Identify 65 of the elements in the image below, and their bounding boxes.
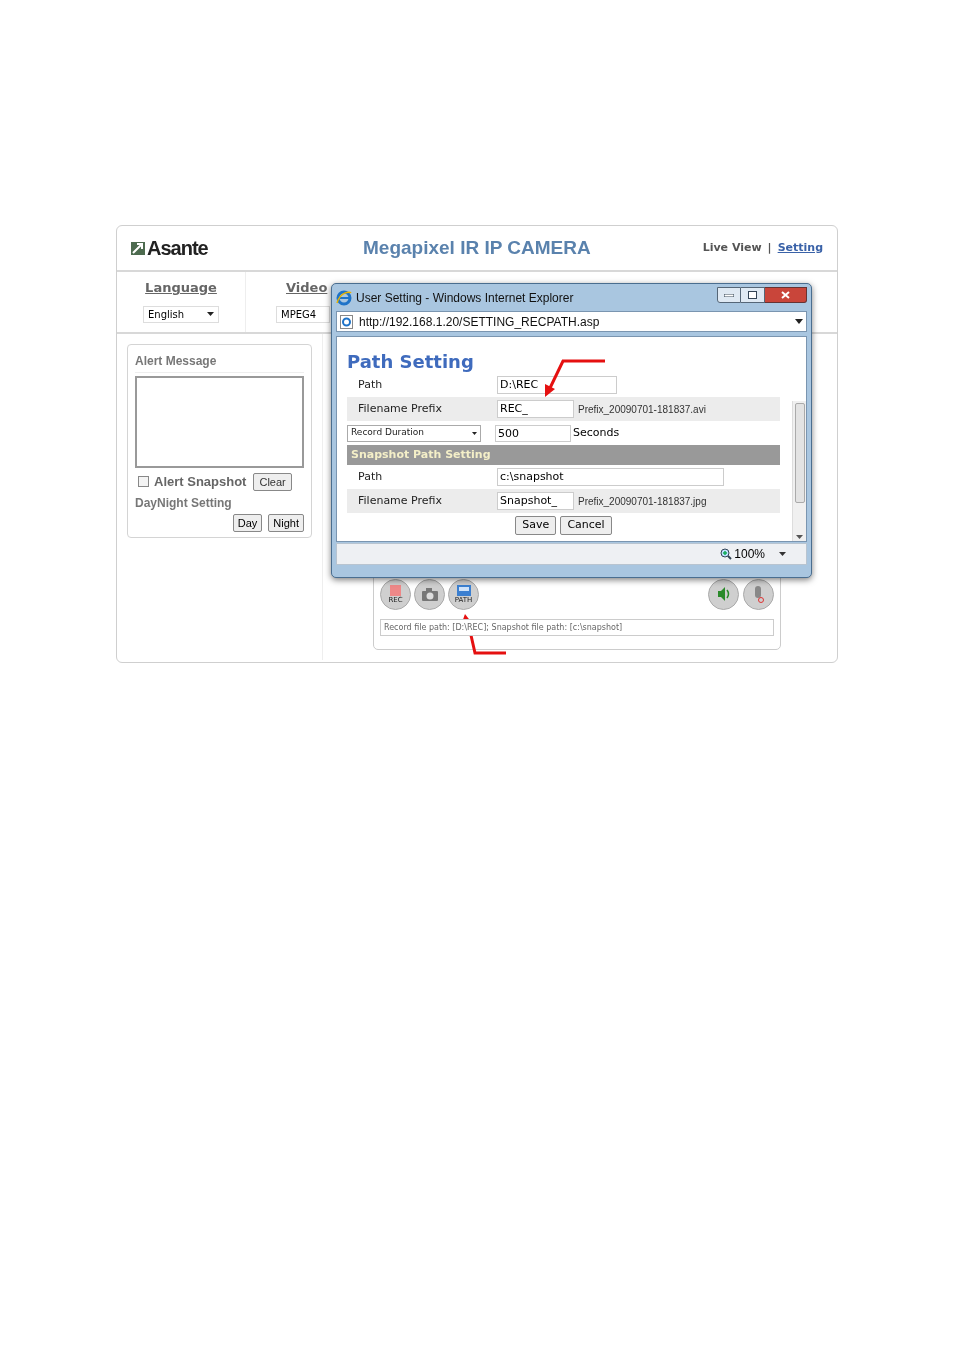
select-field[interactable]: MPEG4 xyxy=(276,305,330,323)
window-title: User Setting - Windows Internet Explorer xyxy=(356,290,575,307)
minimize-button[interactable] xyxy=(717,287,741,303)
mode-button[interactable]: Day xyxy=(232,513,263,532)
duration-select[interactable]: Record Duration xyxy=(347,424,481,442)
logo: Asante xyxy=(147,236,208,261)
section-title: DayNight Setting xyxy=(135,494,233,512)
example-name: Prefix_20090701-181837.jpg xyxy=(578,494,707,509)
page-title: Megapixel IR IP CAMERA xyxy=(362,235,592,260)
mic-button[interactable] xyxy=(743,578,774,610)
field-label: Path xyxy=(357,468,384,485)
speaker-icon xyxy=(717,587,730,601)
section-bar: Snapshot Path Setting xyxy=(347,445,780,465)
dropdown-arrow-icon[interactable] xyxy=(779,552,786,556)
example-name: Prefix_20090701-181837.avi xyxy=(578,402,706,417)
nav-link[interactable]: Setting xyxy=(777,239,823,257)
folder-icon xyxy=(456,584,471,596)
status-field: Record file path: [D:\REC]; Snapshot file path: [c:\snapshot] xyxy=(380,619,774,636)
zoom-level[interactable]: 100% xyxy=(734,545,765,563)
close-button[interactable] xyxy=(765,287,807,303)
checkbox-label: Alert Snapshot xyxy=(154,473,247,491)
dropdown-arrow-icon xyxy=(472,431,477,435)
input-field[interactable]: REC_ xyxy=(497,400,574,418)
unit-label: Seconds xyxy=(573,424,620,441)
camera-button[interactable] xyxy=(414,578,445,610)
clear-button[interactable]: Clear xyxy=(253,472,292,491)
minimize-icon xyxy=(724,293,734,297)
column-heading[interactable]: Video xyxy=(286,278,328,298)
dropdown-arrow-icon xyxy=(795,319,803,324)
dropdown-arrow-icon xyxy=(207,312,214,316)
browser-icon xyxy=(336,290,352,306)
arrow xyxy=(545,359,605,397)
separator: | xyxy=(767,239,772,256)
logo-icon xyxy=(131,241,145,255)
checkbox[interactable] xyxy=(138,476,149,488)
scroll-down-icon xyxy=(796,535,803,539)
section-heading: Path Setting xyxy=(347,351,475,373)
page-icon xyxy=(340,314,353,329)
cancel-button[interactable]: Cancel xyxy=(560,516,612,535)
field-label: Filename Prefix xyxy=(357,400,444,417)
save-button[interactable]: Save xyxy=(515,516,557,535)
scrollbar[interactable] xyxy=(792,401,806,541)
input-field[interactable]: c:\snapshot xyxy=(497,468,724,486)
column-heading[interactable]: Language xyxy=(145,278,217,298)
select-field[interactable]: English xyxy=(143,305,219,323)
nav-link[interactable]: Live View xyxy=(702,239,762,257)
microphone-icon xyxy=(753,585,764,603)
panel-title: Alert Message xyxy=(135,352,304,373)
url-text: http://192.168.1.20/SETTING_RECPATH.asp xyxy=(359,313,601,331)
camera-icon xyxy=(421,587,438,601)
stop-icon xyxy=(390,584,401,596)
input-field[interactable]: Snapshot_ xyxy=(497,492,574,510)
maximize-button[interactable] xyxy=(741,287,765,303)
close-icon xyxy=(781,291,790,299)
mode-button[interactable]: Night xyxy=(268,513,304,532)
field-label: Path xyxy=(357,376,384,393)
maximize-icon xyxy=(748,291,757,299)
address-bar[interactable]: http://192.168.1.20/SETTING_RECPATH.asp xyxy=(336,311,807,332)
scrollbar-thumb[interactable] xyxy=(794,403,805,503)
zoom-icon xyxy=(720,548,733,560)
input-field[interactable]: D:\REC xyxy=(497,376,617,394)
field-label: Filename Prefix xyxy=(357,492,444,509)
duration-field[interactable]: 500 xyxy=(495,424,571,442)
alert-message-box[interactable] xyxy=(135,376,304,468)
speaker-button[interactable] xyxy=(708,578,739,610)
